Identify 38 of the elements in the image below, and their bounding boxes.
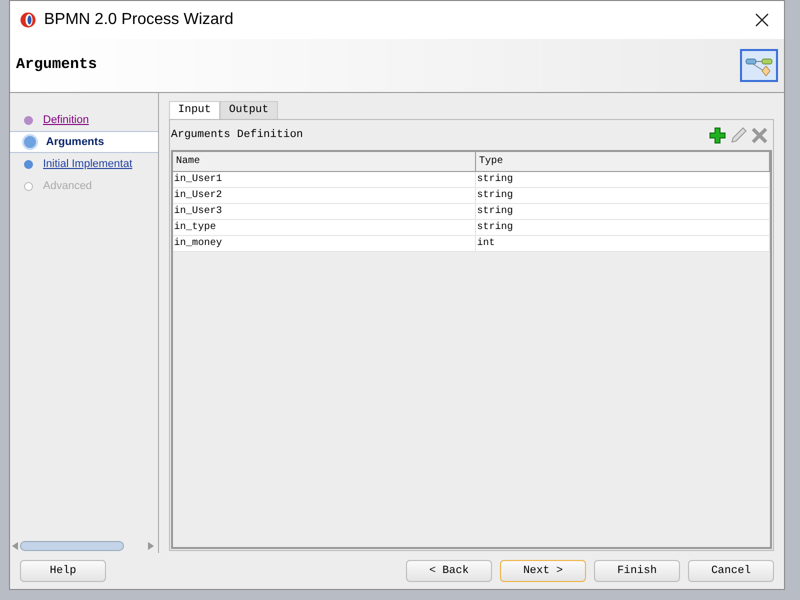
table-cell: string [476, 220, 770, 235]
table-cell: int [476, 236, 770, 251]
cancel-button[interactable]: Cancel [688, 560, 774, 582]
add-icon[interactable] [709, 126, 726, 144]
section-title: Arguments Definition [171, 128, 304, 143]
next-button[interactable]: Next > [500, 560, 586, 582]
finish-button[interactable]: Finish [594, 560, 680, 582]
table-cell: string [476, 172, 770, 187]
table-cell: string [476, 188, 770, 203]
column-header[interactable]: Name [173, 152, 476, 171]
help-button[interactable]: Help [20, 560, 106, 582]
tab[interactable]: Output [220, 101, 278, 119]
scroll-left-icon[interactable] [12, 542, 18, 550]
step-label: Advanced [43, 178, 92, 194]
step-label: Arguments [46, 134, 104, 150]
edit-icon[interactable] [730, 126, 747, 144]
app-logo-icon [20, 12, 36, 28]
wizard-step[interactable]: Definition [10, 109, 158, 131]
table-cell: in_User3 [173, 204, 476, 219]
step-label: Definition [43, 112, 89, 128]
process-diagram-icon [740, 49, 778, 82]
table-cell: in_User1 [173, 172, 476, 187]
page-title: Arguments [16, 55, 98, 76]
wizard-step[interactable]: Initial Implementat [10, 153, 158, 175]
back-button[interactable]: < Back [406, 560, 492, 582]
delete-icon[interactable] [751, 126, 768, 144]
scroll-right-icon[interactable] [148, 542, 154, 550]
column-header[interactable]: Type [476, 152, 770, 171]
table-cell: in_type [173, 220, 476, 235]
window-title: BPMN 2.0 Process Wizard [44, 10, 234, 30]
horizontal-scrollbar[interactable] [20, 541, 124, 551]
table-cell: in_User2 [173, 188, 476, 203]
close-icon [755, 13, 769, 27]
tab[interactable]: Input [169, 101, 220, 119]
table-cell: string [476, 204, 770, 219]
table-cell: in_money [173, 236, 476, 251]
wizard-step[interactable]: Arguments [10, 131, 158, 153]
step-label: Initial Implementat [43, 156, 132, 172]
